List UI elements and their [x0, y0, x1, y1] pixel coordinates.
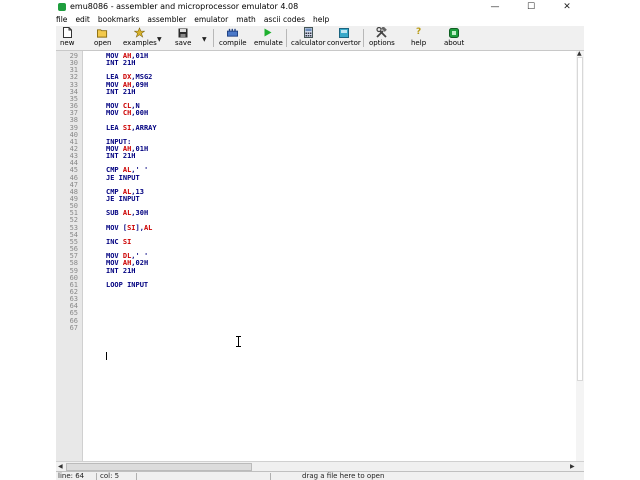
save-button[interactable]: save: [175, 27, 191, 49]
new-file-icon: [62, 27, 73, 38]
convertor-icon: [338, 27, 349, 38]
code-line: INT 21H: [106, 152, 136, 161]
code-line: JE INPUT: [106, 173, 140, 182]
menu-assembler[interactable]: assembler: [144, 15, 191, 24]
menu-file[interactable]: file: [56, 15, 72, 24]
open-label: open: [94, 39, 112, 47]
close-button[interactable]: ✕: [552, 0, 582, 13]
text-caret: [106, 352, 107, 360]
toolbar-separator: [286, 29, 287, 47]
open-button[interactable]: open: [94, 27, 111, 49]
left-background: [0, 0, 56, 480]
play-icon: [263, 27, 274, 38]
new-button[interactable]: new: [60, 27, 74, 49]
compile-label: compile: [219, 39, 247, 47]
vertical-scrollbar[interactable]: ▲: [576, 50, 584, 461]
maximize-button[interactable]: ☐: [516, 0, 546, 13]
horizontal-scroll-thumb[interactable]: [66, 463, 252, 471]
line-number-gutter: 29 30 31 32 33 34 35 36 37 38 39 40 41 42 43 44 45 46 47 48…: [56, 51, 82, 461]
code-line: LOOP INPUT: [106, 280, 149, 289]
code-line: JE INPUT: [106, 195, 140, 203]
ibeam-cursor-icon: [236, 336, 241, 347]
help-question-icon: ?: [415, 27, 422, 37]
vertical-scroll-thumb[interactable]: [577, 57, 583, 381]
menu-edit[interactable]: edit: [72, 15, 94, 24]
help-label: help: [411, 39, 427, 47]
line-number: 67: [69, 323, 78, 332]
menu-emulator[interactable]: emulator: [191, 15, 233, 24]
about-label: about: [444, 39, 465, 47]
menu-ascii-codes[interactable]: ascii codes: [261, 15, 310, 24]
emulate-button[interactable]: emulate: [254, 27, 283, 49]
status-drag-hint: drag a file here to open: [302, 472, 385, 480]
window-title: emu8086 - assembler and microprocessor e…: [70, 2, 299, 11]
options-button[interactable]: options: [369, 27, 395, 49]
calculator-icon: [303, 27, 314, 38]
gutter-divider: [82, 51, 83, 461]
code-line: LEA SI,ARRAY: [106, 123, 157, 132]
calculator-label: calculator: [291, 39, 326, 47]
compile-icon: [227, 27, 239, 38]
scroll-up-icon[interactable]: ▲: [577, 50, 582, 57]
save-dropdown-icon[interactable]: ▼: [202, 36, 207, 43]
tools-icon: [376, 27, 388, 38]
scroll-right-icon[interactable]: ▶: [570, 463, 575, 470]
about-info-icon: [449, 27, 460, 38]
status-line: line: 64: [58, 472, 85, 480]
compile-button[interactable]: compile: [219, 27, 247, 49]
calculator-button[interactable]: calculator: [291, 27, 326, 49]
examples-label: examples: [123, 39, 157, 47]
toolbar: new open examples ▼ save ▼ compile emula…: [56, 26, 584, 51]
options-label: options: [369, 39, 395, 47]
code-line: INT 21H: [106, 59, 136, 68]
code-line: INC SI: [106, 237, 132, 246]
help-button[interactable]: ? help: [411, 27, 426, 49]
status-separator: [136, 473, 137, 480]
convertor-label: convertor: [327, 39, 361, 47]
examples-dropdown-icon[interactable]: ▼: [157, 36, 162, 43]
toolbar-separator: [213, 29, 214, 47]
code-line: INT 21H: [106, 266, 136, 275]
menu-math[interactable]: math: [233, 15, 261, 24]
right-background: [584, 0, 640, 480]
status-bar: line: 64 col: 5 drag a file here to open: [56, 471, 584, 480]
app-icon: [58, 2, 66, 11]
about-button[interactable]: about: [444, 27, 464, 49]
examples-icon: [134, 27, 146, 38]
title-bar: emu8086 - assembler and microprocessor e…: [56, 0, 584, 13]
examples-button[interactable]: examples: [123, 27, 157, 49]
status-separator: [270, 473, 271, 480]
minimize-button[interactable]: —: [480, 0, 510, 13]
code-line: MOV CH,00H: [106, 109, 149, 118]
status-col: col: 5: [100, 472, 120, 480]
code-line: INT 21H: [106, 87, 136, 96]
convertor-button[interactable]: convertor: [327, 27, 361, 49]
save-label: save: [175, 39, 192, 47]
toolbar-separator: [363, 29, 364, 47]
menu-help[interactable]: help: [310, 15, 334, 24]
emulate-label: emulate: [254, 39, 283, 47]
open-folder-icon: [97, 27, 108, 38]
code-line: SUB AL,30H: [106, 209, 149, 218]
menu-bookmarks[interactable]: bookmarks: [95, 15, 145, 24]
scroll-left-icon[interactable]: ◀: [58, 463, 63, 470]
emu8086-window: emu8086 - assembler and microprocessor e…: [56, 0, 584, 480]
save-disk-icon: [178, 27, 189, 38]
code-line: MOV [SI],AL: [106, 223, 153, 232]
code-editor[interactable]: 29 30 31 32 33 34 35 36 37 38 39 40 41 42 43 44 45 46 47 48…: [56, 51, 576, 461]
status-separator: [96, 473, 97, 480]
menu-bar: file edit bookmarks assembler emulator m…: [56, 13, 584, 26]
new-label: new: [60, 39, 75, 47]
